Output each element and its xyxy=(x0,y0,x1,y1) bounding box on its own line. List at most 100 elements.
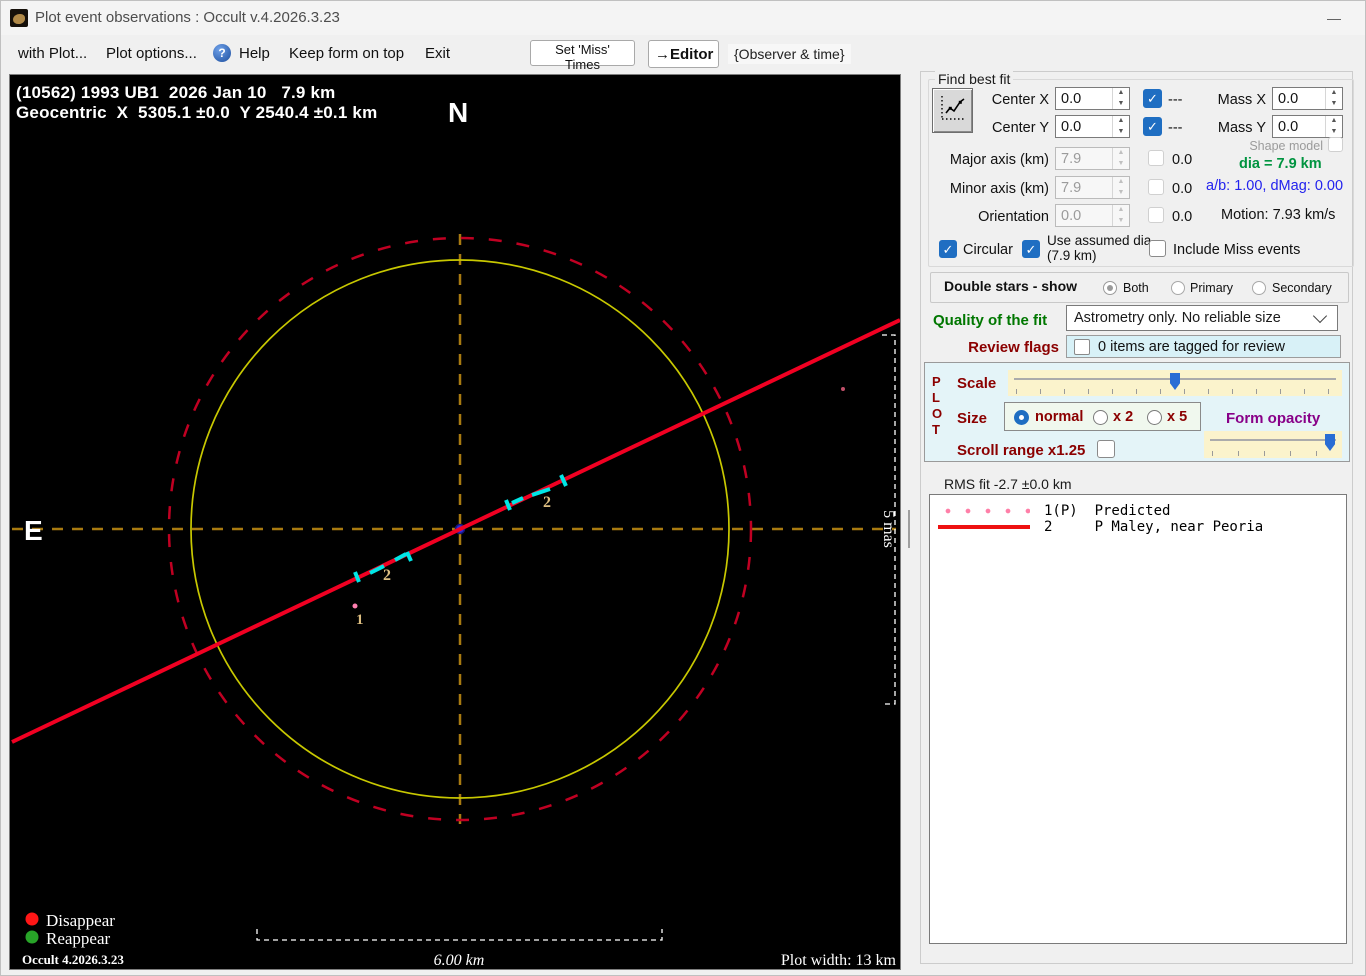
menu-exit[interactable]: Exit xyxy=(425,45,450,62)
plot-graphics: 2 2 1 5 mas 6.00 km Plot width: 13 km Di… xyxy=(11,234,901,969)
circular-checkbox[interactable] xyxy=(939,240,957,258)
predicted-point xyxy=(352,603,358,609)
mass-x-field[interactable]: ▲▼ xyxy=(1272,87,1343,110)
plot-version-label: Occult 4.2026.3.23 xyxy=(22,952,124,967)
form-opacity-slider[interactable] xyxy=(1204,431,1342,458)
form-opacity-slider-ticks xyxy=(1212,451,1338,456)
review-flags-checkbox[interactable] xyxy=(1074,339,1090,355)
minor-axis-cb-value: 0.0 xyxy=(1172,181,1193,197)
orientation-spinner[interactable]: ▲ ▼ xyxy=(1112,205,1129,226)
review-flags-field: 0 items are tagged for review xyxy=(1066,335,1341,358)
reappear-label: Reappear xyxy=(46,929,111,948)
mass-y-field[interactable]: ▲▼ xyxy=(1272,115,1343,138)
find-best-fit-title: Find best fit xyxy=(935,71,1014,87)
scale-label: Scale xyxy=(957,375,997,392)
solid-red-line-swatch xyxy=(938,525,1030,529)
minor-axis-spinner[interactable]: ▲ ▼ xyxy=(1112,177,1129,198)
window-title: Plot event observations : Occult v.4.202… xyxy=(35,9,340,26)
help-icon[interactable]: ? xyxy=(213,44,231,62)
form-opacity-slider-track xyxy=(1210,439,1336,441)
minor-axis-input[interactable] xyxy=(1056,177,1112,198)
orientation-field[interactable]: ▲▼ xyxy=(1055,204,1130,227)
center-x-input[interactable] xyxy=(1056,88,1112,109)
major-axis-field[interactable]: ▲▼ xyxy=(1055,147,1130,170)
set-miss-times-button[interactable]: Set 'Miss' Times xyxy=(530,40,635,72)
editor-button[interactable]: →Editor xyxy=(648,40,719,68)
scale-slider-thumb[interactable] xyxy=(1170,373,1180,390)
mass-x-input[interactable] xyxy=(1273,88,1325,109)
event-marker-cap xyxy=(559,474,568,487)
legend-row[interactable]: 1(P) Predicted xyxy=(930,503,1346,519)
fit-center-x-checkbox[interactable] xyxy=(1143,89,1162,108)
include-miss-checkbox[interactable] xyxy=(1149,240,1166,257)
mass-x-spinner[interactable]: ▲ ▼ xyxy=(1325,88,1342,109)
shape-model-checkbox[interactable] xyxy=(1328,137,1343,152)
center-y-field[interactable]: ▲▼ xyxy=(1055,115,1130,138)
scale-slider-ticks xyxy=(1016,389,1338,394)
orientation-checkbox[interactable] xyxy=(1148,207,1164,223)
center-y-spinner[interactable]: ▲ ▼ xyxy=(1112,116,1129,137)
east-label: E xyxy=(24,515,43,546)
plot-width-label: Plot width: 13 km xyxy=(781,952,897,969)
observation-legend-list[interactable]: 1(P) Predicted 2 P Maley, near Peoria xyxy=(929,494,1347,944)
form-opacity-label: Form opacity xyxy=(1226,410,1321,427)
major-axis-input[interactable] xyxy=(1056,148,1112,169)
scale-slider[interactable] xyxy=(1008,370,1342,396)
major-axis-spinner[interactable]: ▲ ▼ xyxy=(1112,148,1129,169)
quality-of-fit-dropdown[interactable]: Astrometry only. No reliable size xyxy=(1066,305,1338,331)
title-bar: Plot event observations : Occult v.4.202… xyxy=(1,1,1365,35)
menu-keep-form-on-top[interactable]: Keep form on top xyxy=(289,45,404,62)
center-x-spinner[interactable]: ▲ ▼ xyxy=(1112,88,1129,109)
plot-title-line1: (10562) 1993 UB1 2026 Jan 10 7.9 km xyxy=(16,83,336,102)
disappear-label: Disappear xyxy=(46,911,115,930)
form-opacity-slider-thumb[interactable] xyxy=(1325,434,1335,451)
plot-canvas[interactable]: 2 2 1 5 mas 6.00 km Plot width: 13 km Di… xyxy=(9,74,901,970)
size-x2-radio[interactable] xyxy=(1093,410,1108,425)
double-stars-both-radio[interactable] xyxy=(1103,281,1117,295)
major-axis-label: Major axis (km) xyxy=(949,152,1049,168)
chevron-down-icon xyxy=(1312,308,1328,324)
dotted-red-line-swatch xyxy=(938,508,1030,514)
menu-with-plot[interactable]: with Plot... xyxy=(18,45,87,62)
minor-axis-checkbox[interactable] xyxy=(1148,179,1164,195)
ab-text: a/b: 1.00, dMag: 0.00 xyxy=(1206,178,1344,194)
minor-axis-field[interactable]: ▲▼ xyxy=(1055,176,1130,199)
size-x5-radio[interactable] xyxy=(1147,410,1162,425)
menu-plot-options[interactable]: Plot options... xyxy=(106,45,197,62)
major-axis-cb-value: 0.0 xyxy=(1172,152,1193,168)
center-x-field[interactable]: ▲▼ xyxy=(1055,87,1130,110)
size-normal-radio[interactable] xyxy=(1014,410,1029,425)
quality-of-fit-value: Astrometry only. No reliable size xyxy=(1074,310,1281,326)
orientation-cb-value: 0.0 xyxy=(1172,209,1193,225)
menu-help[interactable]: Help xyxy=(239,45,270,62)
orientation-input[interactable] xyxy=(1056,205,1112,226)
event-marker-dash xyxy=(511,496,524,505)
mass-y-spinner[interactable]: ▲ ▼ xyxy=(1325,116,1342,137)
fit-center-y-checkbox[interactable] xyxy=(1143,117,1162,136)
mass-y-input[interactable] xyxy=(1273,116,1325,137)
panel-splitter[interactable] xyxy=(908,510,910,548)
plot-vertical-label: PLOT xyxy=(932,374,943,437)
plot-title-line2: Geocentric X 5305.1 ±0.0 Y 2540.4 ±0.1 k… xyxy=(16,103,378,122)
double-stars-secondary-radio[interactable] xyxy=(1252,281,1266,295)
size-radio-group: normal x 2 x 5 xyxy=(1004,402,1201,431)
size-x2-label: x 2 xyxy=(1113,409,1134,425)
center-y-dash: --- xyxy=(1168,120,1183,136)
double-stars-primary-radio[interactable] xyxy=(1171,281,1185,295)
minor-axis-label: Minor axis (km) xyxy=(949,181,1049,197)
scroll-range-label: Scroll range x1.25 xyxy=(957,442,1086,459)
size-x5-label: x 5 xyxy=(1167,409,1188,425)
review-flags-text: 0 items are tagged for review xyxy=(1098,339,1285,355)
center-y-input[interactable] xyxy=(1056,116,1112,137)
app-icon xyxy=(10,9,28,27)
minimize-button[interactable]: — xyxy=(1319,7,1349,29)
quality-of-fit-label: Quality of the fit xyxy=(933,312,1048,329)
legend-row[interactable]: 2 P Maley, near Peoria xyxy=(930,519,1346,535)
motion-text: Motion: 7.93 km/s xyxy=(1221,207,1336,223)
disappear-dot xyxy=(25,912,39,926)
predicted-label: 1 xyxy=(356,612,364,628)
major-axis-checkbox[interactable] xyxy=(1148,150,1164,166)
include-miss-label: Include Miss events xyxy=(1173,242,1301,258)
scroll-range-checkbox[interactable] xyxy=(1097,440,1115,458)
use-assumed-dia-checkbox[interactable] xyxy=(1022,240,1040,258)
